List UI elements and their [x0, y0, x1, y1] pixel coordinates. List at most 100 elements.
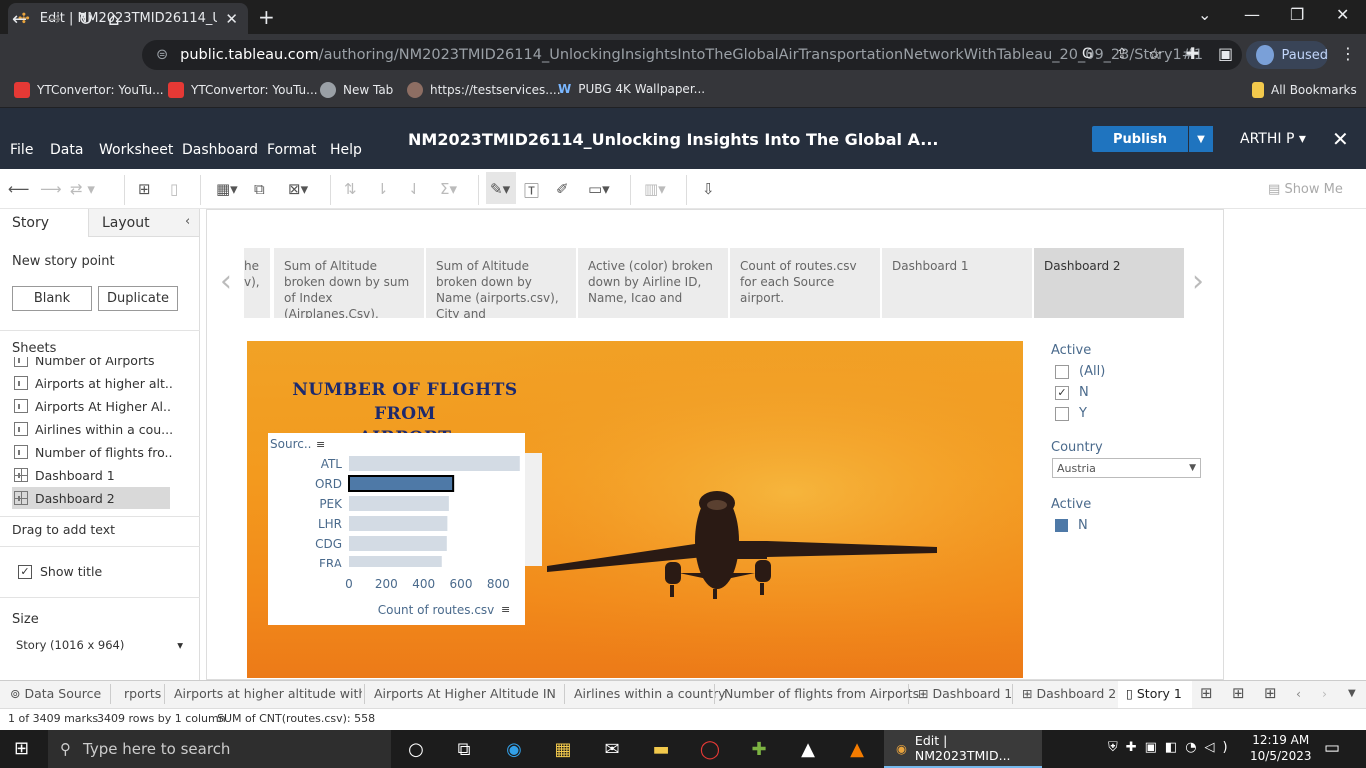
replay-icon[interactable]: ⇄ ▾	[70, 180, 95, 198]
story-point-2[interactable]: Sum of Altitude broken down by Name (air…	[426, 248, 576, 318]
workbook-title[interactable]: NM2023TMID26114_Unlocking Insights Into …	[408, 130, 939, 149]
tab-story-label[interactable]: Story	[12, 215, 49, 231]
menu-worksheet[interactable]: Worksheet	[99, 142, 173, 158]
drag-text-item[interactable]: Drag to add text	[12, 522, 115, 537]
menu-data[interactable]: Data	[50, 142, 83, 158]
new-worksheet-icon[interactable]: ▦▾	[216, 180, 238, 198]
story-point-6-selected[interactable]: Dashboard 2	[1034, 248, 1184, 318]
vlc-icon[interactable]: ▲	[845, 738, 869, 760]
cortana-icon[interactable]: ○	[404, 738, 428, 760]
tab-sheet[interactable]: Number of flights from Airports	[724, 686, 919, 701]
bookmark-item[interactable]: YTConvertor: YouTu...	[168, 82, 318, 98]
site-info-icon[interactable]: ⊜	[156, 47, 168, 63]
taskbar-chrome-app[interactable]: ◉ Edit | NM2023TMID...	[884, 730, 1042, 768]
bookmark-item[interactable]: YTConvertor: YouTu...	[14, 82, 164, 98]
windows-start-icon[interactable]: ⊞	[14, 738, 29, 759]
tab-sheet[interactable]: Airports at higher altitude withi...	[174, 686, 362, 701]
publish-dropdown-icon[interactable]: ▼	[1189, 126, 1213, 152]
checkbox[interactable]	[1055, 406, 1069, 421]
tab-sheet[interactable]: Airlines within a country	[574, 686, 726, 701]
filter-option-all[interactable]: (All)	[1055, 364, 1105, 379]
clear-sheet-icon[interactable]: ⊠▾	[288, 180, 308, 198]
menu-dashboard[interactable]: Dashboard	[182, 142, 258, 158]
tab-sheet[interactable]: Airports At Higher Altitude IN ...	[374, 686, 556, 701]
checkbox[interactable]	[1055, 364, 1069, 379]
share-icon[interactable]: ⇪	[1116, 46, 1128, 62]
bar-CDG[interactable]	[349, 536, 447, 551]
window-close-icon[interactable]: ✕	[1336, 5, 1349, 24]
tab-story-1[interactable]: ▯ Story 1	[1126, 686, 1182, 701]
redo-icon[interactable]: ⟶	[40, 180, 62, 198]
filter-option-n[interactable]: ✓ N	[1055, 385, 1089, 400]
browser-tab[interactable]: ✣ Edit | NM2023TMID26114_Unloc ✕	[8, 3, 248, 34]
app-icon[interactable]: ✚	[747, 738, 771, 760]
sheet-item[interactable]: Airports At Higher Al...	[14, 395, 172, 417]
swap-icon[interactable]: ⇅	[344, 180, 357, 198]
menu-file[interactable]: File	[10, 142, 33, 158]
menu-format[interactable]: Format	[267, 142, 316, 158]
checkbox-checked[interactable]: ✓	[1055, 385, 1069, 400]
tab-dashboard-2[interactable]: ⊞ Dashboard 2	[1022, 686, 1116, 701]
home-icon[interactable]: ⌂	[108, 9, 119, 30]
sheet-item-selected[interactable]: Dashboard 2	[12, 487, 170, 509]
sheet-item[interactable]: Airports at higher alt...	[14, 372, 172, 394]
sort-descending-icon[interactable]: ⇃	[408, 180, 421, 198]
sheet-item[interactable]: Number of flights fro...	[14, 441, 172, 463]
bar-ORD[interactable]	[348, 475, 455, 492]
user-menu[interactable]: ARTHI P ▾	[1240, 131, 1306, 147]
publish-button[interactable]: Publish	[1092, 126, 1188, 152]
chart-scrollbar[interactable]	[525, 453, 542, 566]
side-panel-icon[interactable]: ▣	[1218, 44, 1233, 63]
address-bar[interactable]: ⊜ public.tableau.com/authoring/NM2023TMI…	[142, 40, 1242, 70]
back-icon[interactable]: ←	[12, 9, 27, 30]
tab-search-icon[interactable]: ⌄	[1198, 5, 1211, 24]
new-worksheet-tab-icon[interactable]: ⊞	[1200, 684, 1213, 702]
new-tab-icon[interactable]: +	[258, 5, 275, 29]
extensions-icon[interactable]: ✚	[1186, 44, 1199, 63]
tab-sheet[interactable]: rports	[124, 686, 161, 701]
story-point-1[interactable]: Sum of Altitude broken down by sum of In…	[274, 248, 424, 318]
edge-icon[interactable]: ◉	[502, 738, 526, 760]
all-bookmarks[interactable]: All Bookmarks	[1252, 82, 1357, 98]
story-point-0[interactable]: he v),	[244, 248, 270, 318]
taskbar-search[interactable]: ⚲ Type here to search	[48, 730, 391, 768]
file-explorer-icon[interactable]: ▬	[649, 738, 673, 760]
text-icon[interactable]: 🅃	[524, 180, 539, 201]
bar-chart[interactable]: Sourc.. ≡ATLORDPEKLHRCDGFRA0 200 400 600 800C…	[268, 433, 525, 625]
store-icon[interactable]: ▦	[551, 738, 575, 760]
photos-icon[interactable]: ▲	[796, 738, 820, 760]
new-dashboard-tab-icon[interactable]: ⊞	[1232, 684, 1245, 702]
filter-option-y[interactable]: Y	[1055, 406, 1087, 421]
annotate-icon[interactable]: ✐	[556, 180, 569, 198]
bookmark-item[interactable]: W PUBG 4K Wallpaper...	[558, 82, 705, 96]
new-story-tab-icon[interactable]: ⊞	[1264, 684, 1277, 702]
new-data-source-icon[interactable]: ⊞	[138, 180, 151, 198]
scroll-left-icon[interactable]: ‹	[1296, 686, 1301, 701]
bookmark-star-icon[interactable]: ☆	[1148, 44, 1162, 63]
sheet-item[interactable]: Airlines within a cou...	[14, 418, 172, 440]
chrome-menu-icon[interactable]: ⋮	[1340, 44, 1356, 63]
duplicate-sheet-icon[interactable]: ⧉	[254, 180, 265, 198]
bookmark-item[interactable]: https://testservices....	[407, 82, 561, 98]
size-dropdown[interactable]: Story (1016 x 964) ▾	[12, 636, 187, 654]
task-view-icon[interactable]: ⧉	[452, 738, 476, 760]
mail-icon[interactable]: ✉	[600, 738, 624, 760]
tab-close-icon[interactable]: ✕	[225, 10, 238, 28]
tabs-menu-icon[interactable]: ▼	[1348, 688, 1356, 699]
story-prev-icon[interactable]: ‹	[220, 264, 232, 299]
show-cards-icon[interactable]: ▥▾	[644, 180, 666, 198]
story-point-4[interactable]: Count of routes.csv for each Source airp…	[730, 248, 880, 318]
story-point-3[interactable]: Active (color) broken down by Airline ID…	[578, 248, 728, 318]
profile-button[interactable]: Paused	[1246, 41, 1328, 69]
scroll-right-icon[interactable]: ›	[1322, 686, 1327, 701]
bar-PEK[interactable]	[349, 496, 449, 511]
tab-layout-label[interactable]: Layout	[102, 215, 150, 231]
bookmark-item[interactable]: New Tab	[320, 82, 393, 98]
story-next-icon[interactable]: ›	[1192, 264, 1204, 299]
forward-icon[interactable]: →	[46, 9, 61, 30]
undo-icon[interactable]: ⟵	[8, 180, 30, 198]
menu-help[interactable]: Help	[330, 142, 362, 158]
system-tray-icons[interactable]: ⛨✚▣◧◔◁)	[1108, 740, 1236, 755]
legend-item-n[interactable]: N	[1055, 518, 1088, 533]
highlight-pen-icon[interactable]: ✎▾	[490, 180, 510, 198]
